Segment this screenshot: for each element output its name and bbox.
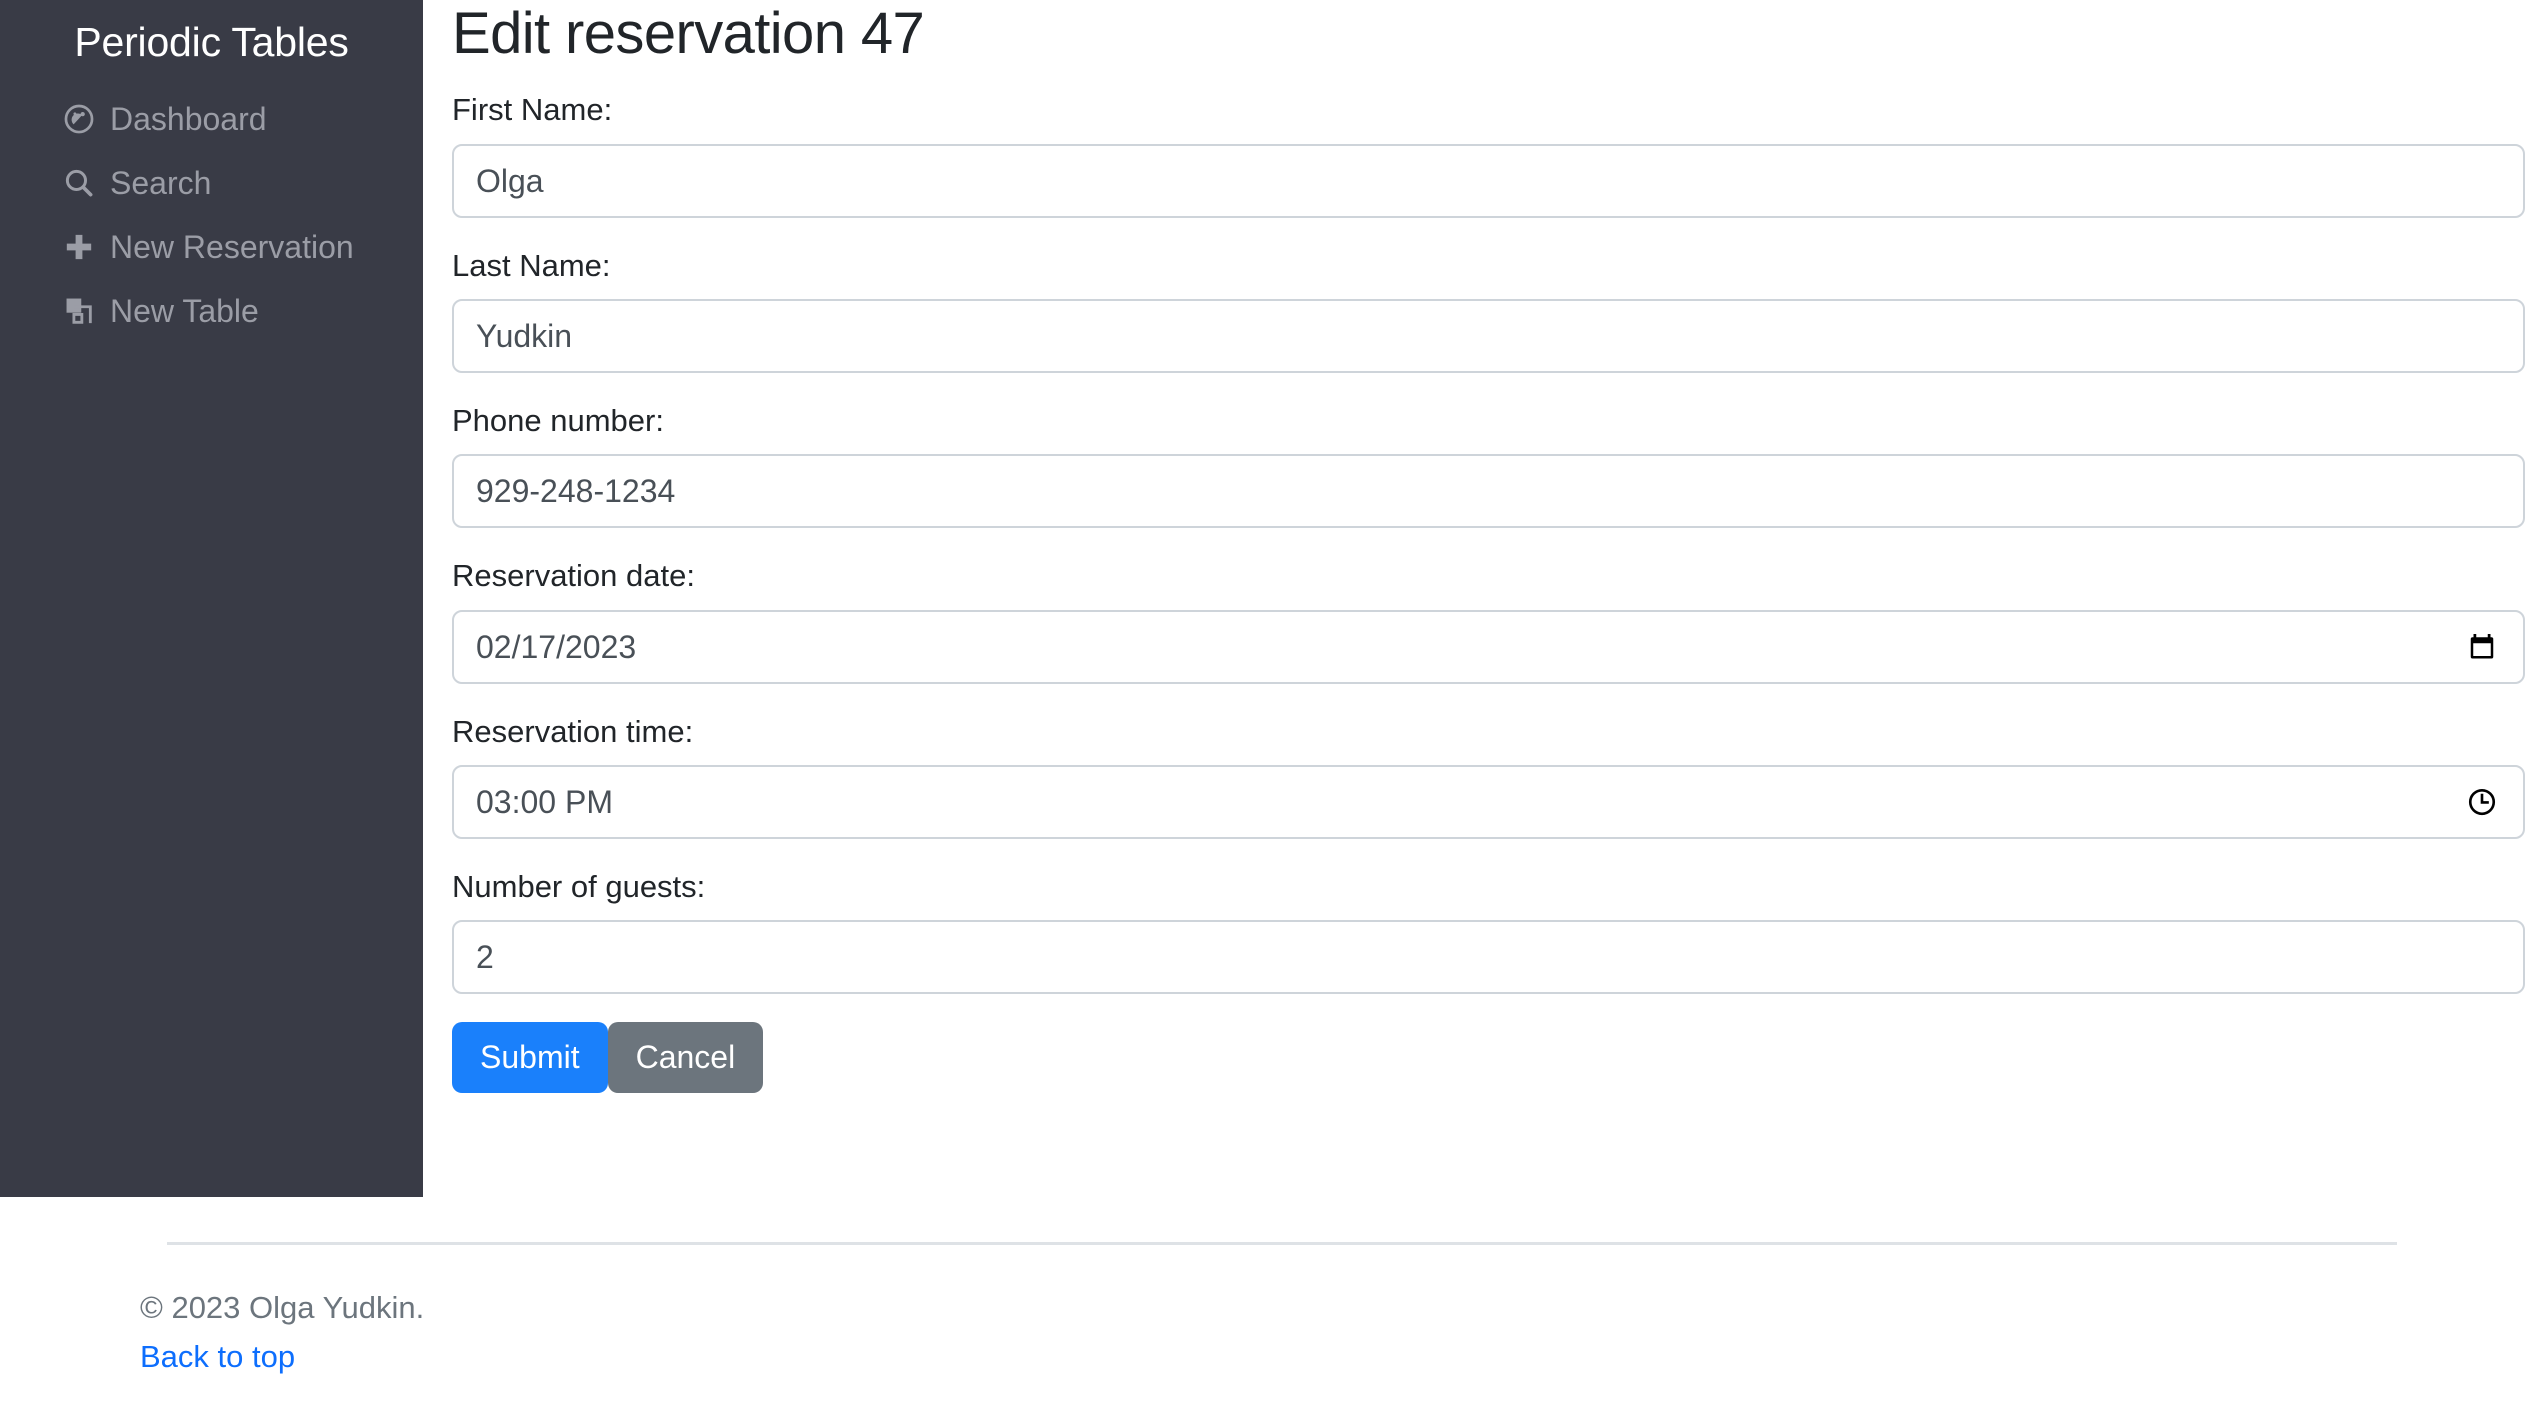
first-name-label: First Name: <box>452 90 2527 130</box>
dashboard-gauge-icon <box>62 102 96 136</box>
sidebar: Periodic Tables Dashboard <box>0 0 423 1197</box>
calendar-icon[interactable] <box>2465 630 2499 664</box>
phone-number-input-wrap: 929-248-1234 <box>452 454 2525 528</box>
page-title: Edit reservation 47 <box>452 0 2527 68</box>
first-name-value: Olga <box>476 146 544 216</box>
edit-reservation-form: First Name: Olga Last Name: Yudkin P <box>452 90 2527 1092</box>
sidebar-title: Periodic Tables <box>0 10 423 87</box>
last-name-value: Yudkin <box>476 301 572 371</box>
phone-number-value: 929-248-1234 <box>476 456 675 526</box>
phone-number-label: Phone number: <box>452 401 2527 441</box>
reservation-time-input-wrap: 03:00 PM <box>452 765 2525 839</box>
submit-button[interactable]: Submit <box>452 1022 608 1092</box>
field-phone-number: Phone number: 929-248-1234 <box>452 401 2527 528</box>
first-name-input-wrap: Olga <box>452 144 2525 218</box>
page-footer: © 2023 Olga Yudkin. Back to top <box>140 1242 2380 1378</box>
reservation-time-value: 03:00 PM <box>476 767 613 837</box>
footer-divider <box>167 1242 2397 1245</box>
footer-copyright: © 2023 Olga Yudkin. <box>140 1287 2380 1329</box>
phone-number-input[interactable]: 929-248-1234 <box>452 454 2525 528</box>
number-of-guests-label: Number of guests: <box>452 867 2527 907</box>
back-to-top-link[interactable]: Back to top <box>140 1336 295 1378</box>
first-name-input[interactable]: Olga <box>452 144 2525 218</box>
reservation-date-value: 02/17/2023 <box>476 612 636 682</box>
clock-icon[interactable] <box>2465 785 2499 819</box>
number-of-guests-value: 2 <box>476 922 494 992</box>
field-reservation-date: Reservation date: 02/17/2023 <box>452 556 2527 683</box>
app-root: Periodic Tables Dashboard <box>0 0 2546 1418</box>
plus-icon <box>62 230 96 264</box>
search-icon <box>62 166 96 200</box>
last-name-input-wrap: Yudkin <box>452 299 2525 373</box>
cancel-button[interactable]: Cancel <box>608 1022 764 1092</box>
sidebar-item-label: Search <box>110 163 211 203</box>
field-number-of-guests: Number of guests: 2 <box>452 867 2527 994</box>
layers-icon <box>62 294 96 328</box>
field-reservation-time: Reservation time: 03:00 PM <box>452 712 2527 839</box>
field-first-name: First Name: Olga <box>452 90 2527 217</box>
sidebar-item-label: New Table <box>110 291 259 331</box>
reservation-date-label: Reservation date: <box>452 556 2527 596</box>
last-name-label: Last Name: <box>452 246 2527 286</box>
reservation-time-input[interactable]: 03:00 PM <box>452 765 2525 839</box>
field-last-name: Last Name: Yudkin <box>452 246 2527 373</box>
number-of-guests-input[interactable]: 2 <box>452 920 2525 994</box>
sidebar-item-dashboard[interactable]: Dashboard <box>0 87 423 151</box>
sidebar-item-label: Dashboard <box>110 99 267 139</box>
sidebar-item-label: New Reservation <box>110 227 354 267</box>
number-of-guests-input-wrap: 2 <box>452 920 2525 994</box>
sidebar-nav-list: Dashboard Search New Reservation <box>0 87 423 343</box>
last-name-input[interactable]: Yudkin <box>452 299 2525 373</box>
form-actions: Submit Cancel <box>452 1022 2527 1092</box>
main-content: Edit reservation 47 First Name: Olga Las… <box>452 0 2527 1093</box>
reservation-date-input[interactable]: 02/17/2023 <box>452 610 2525 684</box>
sidebar-item-new-reservation[interactable]: New Reservation <box>0 215 423 279</box>
sidebar-item-search[interactable]: Search <box>0 151 423 215</box>
reservation-date-input-wrap: 02/17/2023 <box>452 610 2525 684</box>
reservation-time-label: Reservation time: <box>452 712 2527 752</box>
sidebar-item-new-table[interactable]: New Table <box>0 279 423 343</box>
